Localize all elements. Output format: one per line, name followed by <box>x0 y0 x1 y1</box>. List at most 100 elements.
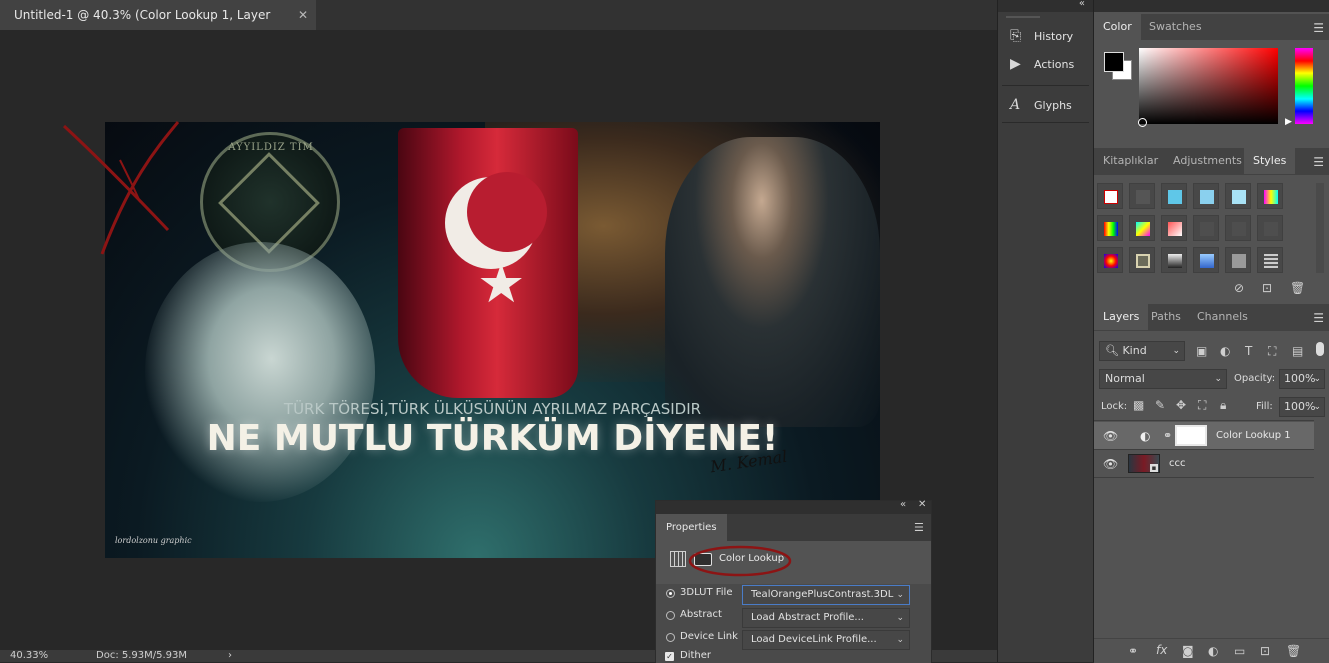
layer-style-fx-icon[interactable]: fx <box>1156 643 1167 657</box>
new-adjustment-layer-icon[interactable]: ◐ <box>1208 644 1218 658</box>
delete-style-icon[interactable]: 🗑 <box>1290 281 1305 295</box>
opacity-field[interactable]: 100% ⌄ <box>1279 369 1325 389</box>
panel-menu-icon[interactable]: ☰ <box>1313 311 1324 325</box>
collapsed-panel-dock: « ⎘ History ▶ Actions A Glyphs <box>997 0 1093 662</box>
lock-position-icon[interactable]: ✥ <box>1176 398 1186 412</box>
filter-pixel-icon[interactable]: ▣ <box>1196 344 1207 358</box>
hue-slider-marker-icon[interactable]: ▶ <box>1285 117 1292 127</box>
close-document-icon[interactable]: ✕ <box>298 0 308 30</box>
color-picker-cursor[interactable] <box>1138 118 1147 127</box>
style-swatch[interactable] <box>1193 215 1219 241</box>
close-panel-icon[interactable]: ✕ <box>918 499 926 510</box>
style-swatch[interactable] <box>1225 215 1251 241</box>
lock-all-icon[interactable]: 🔒︎ <box>1220 398 1226 413</box>
style-swatch[interactable] <box>1193 247 1219 273</box>
3dlut-file-select[interactable]: TealOrangePlusContrast.3DL ⌄ <box>742 585 910 605</box>
eye-icon[interactable]: 👁︎ <box>1103 457 1118 471</box>
option-label: Device Link <box>680 631 738 642</box>
filter-type-icon[interactable]: T <box>1245 344 1252 358</box>
style-swatch[interactable] <box>1225 247 1251 273</box>
filter-toggle[interactable] <box>1316 342 1324 356</box>
eye-icon[interactable]: 👁︎ <box>1103 429 1118 443</box>
actions-panel-button[interactable]: ▶ Actions <box>1010 56 1074 72</box>
radio-abstract[interactable] <box>666 611 675 620</box>
artwork-white-wolf <box>145 242 375 502</box>
status-menu-arrow-icon[interactable]: › <box>228 650 232 662</box>
layer-filter-kind-select[interactable]: 🔍︎ Kind ⌄ <box>1099 341 1185 361</box>
layer-mask-thumbnail[interactable] <box>1175 425 1207 446</box>
tab-paths[interactable]: Paths <box>1142 304 1190 330</box>
glyphs-panel-button[interactable]: A Glyphs <box>1010 97 1072 113</box>
dock-grip[interactable] <box>1006 16 1040 18</box>
style-swatch[interactable] <box>1225 183 1251 209</box>
panel-menu-icon[interactable]: ☰ <box>1313 21 1324 35</box>
radio-device-link[interactable] <box>666 633 675 642</box>
mask-link-icon[interactable]: ⚭ <box>1163 429 1172 442</box>
style-swatch[interactable] <box>1129 247 1155 273</box>
tab-adjustments[interactable]: Adjustments <box>1164 148 1251 174</box>
clear-style-icon[interactable]: ⊘ <box>1234 281 1244 295</box>
style-swatch[interactable] <box>1161 183 1187 209</box>
document-canvas[interactable]: AYYILDIZ TIM ★ TÜRK TÖRESİ,TÜRK ÜLKÜSÜNÜ… <box>105 122 880 558</box>
delete-layer-icon[interactable]: 🗑 <box>1286 644 1301 658</box>
style-swatch[interactable] <box>1161 215 1187 241</box>
panel-menu-icon[interactable]: ☰ <box>1313 155 1324 169</box>
layer-row-ccc[interactable]: 👁︎ ▪ ccc <box>1094 450 1314 478</box>
abstract-profile-select[interactable]: Load Abstract Profile... ⌄ <box>742 608 910 628</box>
layer-name[interactable]: Color Lookup 1 <box>1216 430 1291 441</box>
new-style-icon[interactable]: ⊡ <box>1262 281 1272 295</box>
tab-libraries[interactable]: Kitaplıklar <box>1094 148 1167 174</box>
hue-slider[interactable] <box>1295 48 1313 124</box>
style-swatch[interactable] <box>1129 183 1155 209</box>
filter-adjustment-icon[interactable]: ◐ <box>1220 344 1230 358</box>
style-swatch-none[interactable] <box>1097 183 1123 209</box>
glyphs-label: Glyphs <box>1034 99 1072 112</box>
styles-scrollbar[interactable] <box>1316 183 1324 273</box>
new-group-icon[interactable]: ▭ <box>1234 644 1245 658</box>
tab-styles[interactable]: Styles <box>1244 148 1296 174</box>
layer-row-color-lookup[interactable]: 👁︎ ◐ ⚭ Color Lookup 1 <box>1094 422 1314 450</box>
fill-field[interactable]: 100% ⌄ <box>1279 397 1325 417</box>
filter-shape-icon[interactable]: ⛶ <box>1268 344 1276 359</box>
collapse-dock-icon[interactable]: « <box>1079 0 1085 9</box>
tab-color[interactable]: Color <box>1094 14 1141 40</box>
properties-panel-header[interactable]: « ✕ <box>656 499 931 514</box>
properties-panel: « ✕ Properties ☰ Color Lookup 3DLUT File… <box>655 499 932 663</box>
style-swatch[interactable] <box>1257 215 1283 241</box>
device-link-profile-select[interactable]: Load DeviceLink Profile... ⌄ <box>742 630 910 650</box>
lock-image-icon[interactable]: ✎ <box>1155 398 1165 412</box>
style-swatch[interactable] <box>1129 215 1155 241</box>
artwork-portrait <box>665 137 880 427</box>
lock-artboard-icon[interactable]: ⛶ <box>1198 398 1206 413</box>
add-mask-icon[interactable]: ◙ <box>1182 644 1194 658</box>
style-swatch[interactable] <box>1161 247 1187 273</box>
style-swatch[interactable] <box>1097 247 1123 273</box>
tab-swatches[interactable]: Swatches <box>1140 14 1211 40</box>
style-swatch[interactable] <box>1257 183 1283 209</box>
document-tab[interactable]: Untitled-1 @ 40.3% (Color Lookup 1, Laye… <box>0 0 316 52</box>
adjustment-grid-icon[interactable] <box>670 551 686 567</box>
color-picker-field[interactable] <box>1139 48 1278 124</box>
filter-smart-object-icon[interactable]: ▤ <box>1292 344 1303 358</box>
collapse-panel-icon[interactable]: « <box>900 499 906 510</box>
panel-menu-icon[interactable]: ☰ <box>914 521 924 534</box>
tab-channels[interactable]: Channels <box>1188 304 1257 330</box>
dither-checkbox[interactable]: ✓ <box>665 652 674 661</box>
tab-properties[interactable]: Properties <box>656 514 727 541</box>
radio-3dlut-file[interactable] <box>666 589 675 598</box>
filter-kind-label: Kind <box>1122 344 1147 357</box>
history-panel-button[interactable]: ⎘ History <box>1010 28 1073 44</box>
layer-name[interactable]: ccc <box>1169 458 1186 469</box>
new-layer-icon[interactable]: ⊡ <box>1260 644 1270 658</box>
lock-transparent-icon[interactable]: ▩ <box>1133 398 1144 412</box>
style-swatch[interactable] <box>1193 183 1219 209</box>
style-swatch[interactable] <box>1257 247 1283 273</box>
zoom-level-field[interactable]: 40.33% <box>10 650 48 662</box>
tab-layers[interactable]: Layers <box>1094 304 1149 330</box>
chevron-down-icon: ⌄ <box>896 635 904 645</box>
foreground-color-swatch[interactable] <box>1104 52 1124 72</box>
artwork-subtitle: TÜRK TÖRESİ,TÜRK ÜLKÜSÜNÜN AYRILMAZ PARÇ… <box>283 400 702 418</box>
style-swatch[interactable] <box>1097 215 1123 241</box>
blend-mode-select[interactable]: Normal ⌄ <box>1099 369 1227 389</box>
link-layers-icon[interactable]: ⚭ <box>1128 644 1138 658</box>
